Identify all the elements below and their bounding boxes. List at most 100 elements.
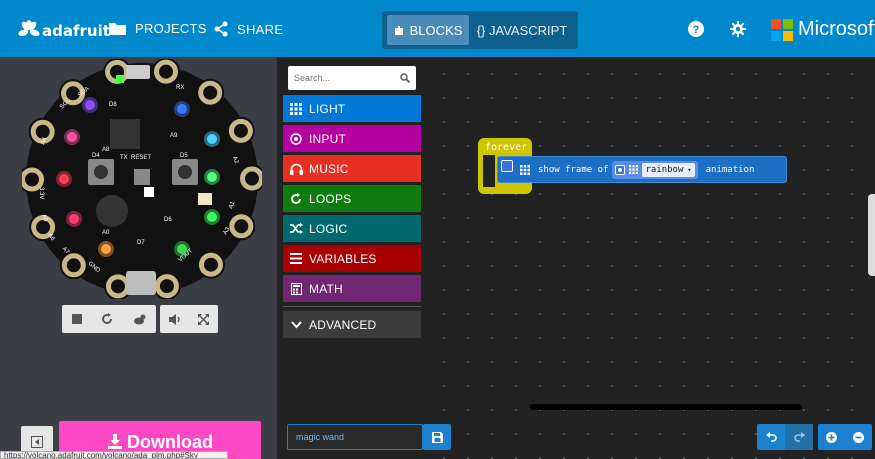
category-label: ADVANCED: [309, 317, 377, 332]
grid-icon: [520, 164, 530, 175]
status-url: https://volcano.adafruit.com/volcano/ada…: [0, 451, 228, 459]
javascript-tab[interactable]: {} JAVASCRIPT: [472, 15, 572, 45]
neopixel-led: [207, 172, 217, 182]
zoom-out-icon: [853, 431, 864, 443]
category-label: LIGHT: [309, 101, 346, 116]
category-music[interactable]: MUSIC: [283, 155, 421, 182]
show-frame-text: show frame of: [538, 164, 609, 175]
microsoft-logo[interactable]: Microsoft: [771, 18, 875, 41]
board-pad-hole: [234, 219, 249, 234]
board-pad-hole: [159, 279, 174, 294]
neopixel-led: [67, 132, 77, 142]
stop-icon[interactable]: [71, 314, 82, 324]
editor-mode-toggle: BLOCKS {} JAVASCRIPT: [382, 11, 578, 49]
adafruit-flower-icon: [18, 20, 40, 37]
label-d5: D5: [180, 153, 188, 159]
animation-reporter-block[interactable]: rainbow ▾: [612, 160, 698, 179]
adafruit-logo[interactable]: adafruit: [18, 18, 110, 44]
blocks-label: BLOCKS: [409, 22, 463, 38]
category-label: LOGIC: [309, 221, 348, 236]
search-input[interactable]: [294, 73, 390, 83]
category-loops[interactable]: LOOPS: [283, 185, 421, 212]
sim-secondary-controls: [160, 305, 218, 333]
top-bar: adafruit PROJECTS SHARE BLOCKS {} JAVASC…: [0, 0, 875, 57]
mute-icon[interactable]: [168, 313, 181, 325]
help-icon[interactable]: ?: [688, 21, 704, 37]
neopixel-led: [207, 212, 217, 222]
headphones-icon: [289, 162, 303, 176]
horizontal-scrollbar[interactable]: [530, 404, 802, 410]
microsoft-text: Microsoft: [798, 18, 875, 40]
board-pad-hole: [36, 220, 51, 235]
redo-button[interactable]: [785, 424, 813, 450]
share-button[interactable]: SHARE: [213, 21, 283, 37]
project-name-input[interactable]: [296, 432, 416, 442]
board-pad-hole: [203, 85, 218, 100]
blocks-tab[interactable]: BLOCKS: [387, 15, 469, 45]
save-icon: [431, 431, 443, 443]
gear-icon[interactable]: [730, 21, 746, 37]
category-label: LOOPS: [309, 191, 352, 206]
collapse-icon: [31, 436, 43, 448]
toolbox-divider: [283, 306, 421, 307]
zoom-in-button[interactable]: [818, 424, 845, 450]
toolbox: LIGHT INPUT MUSIC LOOPS LOGIC VARIABLES …: [277, 57, 425, 459]
zoom-group: [818, 424, 872, 450]
folder-icon: [109, 22, 126, 35]
projects-button[interactable]: PROJECTS: [109, 21, 207, 36]
category-label: MATH: [309, 281, 343, 296]
circuit-playground-board[interactable]: D8 TX RX A9 A8 D4 D5 RESET D6 D7 A0 GND …: [22, 59, 262, 299]
svg-text:?: ?: [693, 24, 700, 36]
grid-icon: [629, 165, 639, 174]
simulator-panel: D8 TX RX A9 A8 D4 D5 RESET D6 D7 A0 GND …: [0, 57, 277, 459]
category-label: MUSIC: [309, 161, 349, 176]
project-name-field[interactable]: [287, 424, 423, 450]
board-pad-hole: [35, 124, 50, 139]
forever-block-slot: [483, 155, 495, 187]
undo-icon: [765, 432, 777, 442]
label-d6: D6: [164, 217, 172, 223]
search-box[interactable]: [288, 66, 416, 90]
label-d7: D7: [137, 240, 145, 246]
category-input[interactable]: INPUT: [283, 125, 421, 152]
category-math[interactable]: MATH: [283, 275, 421, 302]
fullscreen-icon[interactable]: [198, 313, 210, 325]
grid-icon: [289, 102, 303, 116]
search-icon[interactable]: [400, 73, 410, 83]
neopixel-led: [69, 214, 79, 224]
category-label: INPUT: [309, 131, 346, 146]
list-icon: [289, 252, 303, 266]
label-a0: A0: [102, 230, 110, 236]
logo-text: adafruit: [42, 22, 110, 40]
undo-redo-group: [757, 424, 813, 450]
zoom-in-icon: [826, 431, 837, 443]
show-frame-block[interactable]: show frame of rainbow ▾ animation: [497, 156, 787, 183]
puzzle-icon: [394, 25, 403, 35]
board-pad-hole: [203, 257, 218, 272]
board-pad-hole: [159, 64, 174, 79]
category-light[interactable]: LIGHT: [283, 95, 421, 122]
undo-button[interactable]: [757, 424, 785, 450]
blocks-workspace[interactable]: forever show frame of rainbow ▾ animatio…: [425, 57, 875, 459]
category-variables[interactable]: VARIABLES: [283, 245, 421, 272]
category-logic[interactable]: LOGIC: [283, 215, 421, 242]
label-a8: A8: [102, 147, 110, 153]
neopixel-led: [207, 134, 217, 144]
label-reset: RESET: [131, 155, 151, 161]
restart-icon[interactable]: [101, 313, 113, 325]
animation-dropdown[interactable]: rainbow ▾: [642, 162, 695, 177]
label-d4: D4: [92, 153, 100, 159]
slow-mode-icon[interactable]: [133, 314, 146, 325]
board-pad-hole: [110, 279, 125, 294]
board-pad-hole: [66, 258, 81, 273]
block-settings-icon: [615, 164, 626, 175]
zoom-out-button[interactable]: [845, 424, 872, 450]
label-d8: D8: [109, 102, 117, 108]
side-panel-handle[interactable]: [868, 194, 875, 276]
app-window: adafruit PROJECTS SHARE BLOCKS {} JAVASC…: [0, 0, 875, 459]
save-button[interactable]: [423, 424, 451, 450]
calculator-icon: [289, 282, 303, 296]
download-label: Download: [127, 431, 213, 452]
category-advanced[interactable]: ADVANCED: [283, 311, 421, 338]
neopixel-led: [59, 174, 69, 184]
